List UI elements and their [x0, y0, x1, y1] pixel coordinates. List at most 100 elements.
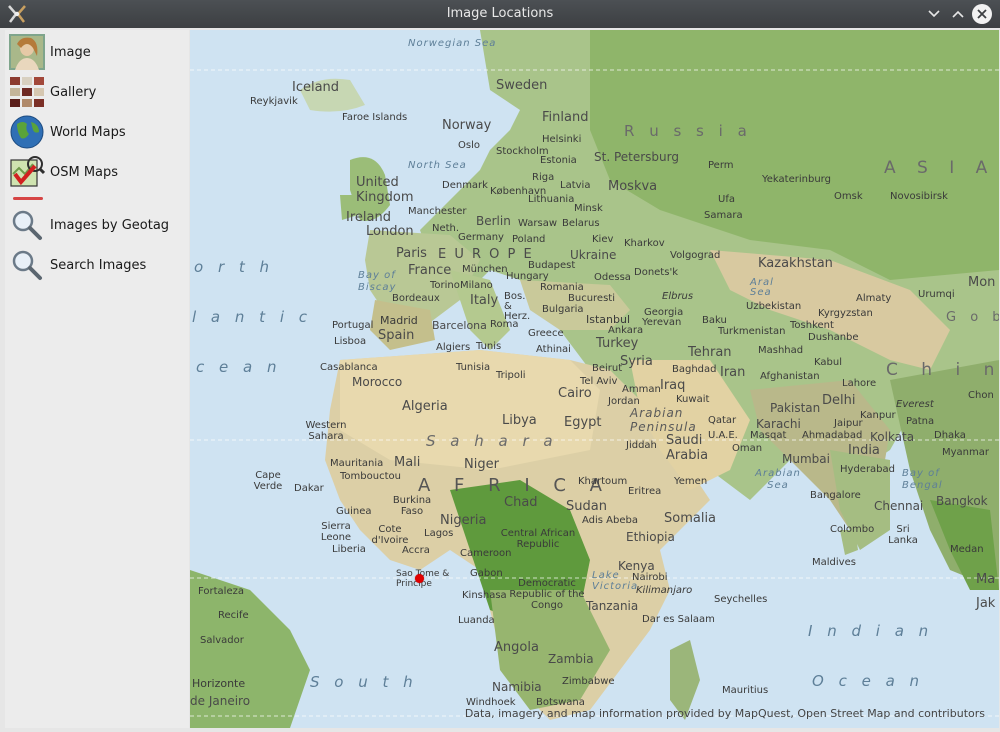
- minimize-button[interactable]: [924, 4, 944, 24]
- close-icon: [977, 9, 987, 19]
- map-label: Mashhad: [758, 345, 804, 356]
- map-label: Baku: [702, 315, 727, 326]
- map-label: Sri Lanka: [888, 524, 918, 546]
- map-label: Saudi Arabia: [666, 433, 709, 463]
- map-label: E U R O P E: [438, 247, 534, 262]
- map-label: S a h a r a: [426, 432, 558, 450]
- map-label: Poland: [512, 234, 546, 245]
- map-label: St. Petersburg: [594, 150, 679, 164]
- map-label: Jiddah: [626, 440, 657, 451]
- map-label: Toshkent: [790, 320, 834, 331]
- map-label: Kuwait: [676, 394, 710, 405]
- map-label: Afghanistan: [760, 371, 820, 382]
- map-label: Estonia: [540, 155, 577, 166]
- map-label: Namibia: [492, 680, 542, 694]
- map-label: Cape Verde: [253, 470, 283, 492]
- map-label: O c e a n: [812, 672, 925, 690]
- map-label: Turkmenistan: [718, 326, 786, 337]
- map-label: Mon: [968, 275, 996, 290]
- maximize-button[interactable]: [948, 4, 968, 24]
- map-view[interactable]: Norwegian Sea Iceland Reykjavik Faroe Is…: [190, 30, 999, 728]
- map-label: Dushanbe: [808, 332, 859, 343]
- map-label: Volgograd: [670, 250, 721, 261]
- image-location-marker[interactable]: [415, 574, 424, 583]
- map-label: Minsk: [574, 203, 603, 214]
- map-label: Tunis: [476, 341, 502, 352]
- chevron-up-icon: [952, 10, 964, 18]
- map-label: Medan: [950, 544, 984, 555]
- map-label: Colombo: [830, 524, 875, 535]
- map-label: Egypt: [564, 415, 602, 430]
- close-button[interactable]: [972, 4, 992, 24]
- map-label: Kinshasa: [462, 590, 507, 601]
- map-label: Patna: [906, 416, 935, 427]
- map-label: Dakar: [294, 483, 324, 494]
- map-label: Milano: [460, 280, 493, 291]
- map-label: Faroe Islands: [342, 112, 408, 123]
- map-label: Mauritania: [330, 458, 384, 469]
- map-label: Portugal: [332, 320, 374, 331]
- map-label: Samara: [704, 210, 743, 221]
- map-label: Germany: [458, 232, 504, 243]
- sidebar-item-search-images[interactable]: Search Images: [5, 245, 189, 285]
- sidebar-item-images-by-geotag[interactable]: Images by Geotag: [5, 205, 189, 245]
- map-label: Bay of Bengal: [902, 468, 943, 491]
- map-label: Guinea: [336, 506, 372, 517]
- map-label: Bulgaria: [542, 304, 584, 315]
- sidebar-item-world-maps[interactable]: World Maps: [5, 112, 189, 152]
- map-label: Paris: [396, 246, 427, 261]
- map-label: Lithuania: [528, 194, 575, 205]
- map-label: Lisboa: [334, 336, 367, 347]
- map-label: Bordeaux: [392, 293, 440, 304]
- sidebar-item-gallery[interactable]: Gallery: [5, 72, 189, 112]
- map-label: Luanda: [458, 615, 495, 626]
- map-label: Horizonte: [192, 677, 246, 690]
- map-label: Ma: [976, 572, 996, 587]
- map-label: Kazakhstan: [758, 256, 833, 271]
- map-label: Casablanca: [320, 362, 378, 373]
- map-label: Syria: [620, 354, 653, 369]
- map-label: Kyrgyzstan: [818, 308, 873, 319]
- map-label: Hungary: [506, 271, 549, 282]
- sidebar-item-osm-maps[interactable]: OSM Maps: [5, 152, 189, 192]
- sidebar-item-label: OSM Maps: [50, 164, 119, 180]
- sidebar-item-label: Images by Geotag: [50, 217, 170, 233]
- map-label: Recife: [218, 610, 249, 621]
- map-label: Kolkata: [870, 430, 915, 444]
- map-label: Budapest: [528, 260, 576, 271]
- map-label: Kiev: [592, 234, 614, 245]
- map-label: Tanzania: [586, 599, 639, 613]
- map-label: U.A.E.: [708, 430, 738, 441]
- map-label: Tunisia: [456, 362, 491, 373]
- map-label: Delhi: [822, 393, 856, 408]
- map-label: Mali: [394, 455, 421, 470]
- sidebar-item-label: Search Images: [50, 257, 147, 273]
- map-label: Roma: [490, 319, 519, 330]
- gallery-grid-icon: [10, 77, 44, 107]
- map-label: Reykjavik: [250, 96, 298, 107]
- map-label: Ukraine: [570, 248, 617, 262]
- map-label: Aral Sea: [750, 277, 774, 298]
- map-label: Mumbai: [782, 452, 830, 466]
- map-label: Oslo: [458, 140, 480, 151]
- map-label: Zimbabwe: [562, 676, 615, 687]
- sidebar-item-image[interactable]: Image: [5, 32, 189, 72]
- map-label: Cote d'Ivoire: [371, 524, 409, 546]
- map-label: Zambia: [548, 652, 594, 666]
- map-label: Kharkov: [624, 238, 665, 249]
- map-label: France: [408, 263, 452, 278]
- selected-indicator: [13, 197, 43, 200]
- globe-icon: [10, 115, 44, 149]
- map-label: Lake Victoria: [592, 570, 639, 592]
- map-label: Almaty: [856, 293, 892, 304]
- map-label: Italy: [470, 293, 499, 308]
- map-label: Lahore: [842, 378, 877, 389]
- map-label: Odessa: [594, 272, 631, 283]
- map-label: Elbrus: [662, 291, 694, 302]
- map-label: Spain: [378, 328, 415, 343]
- sidebar: Image Gallery World Maps OSM Maps Images…: [5, 30, 189, 728]
- map-label: Ahmadabad: [802, 430, 863, 441]
- map-label: Qatar: [708, 415, 737, 426]
- map-label: Moskva: [608, 179, 658, 194]
- map-label: Cairo: [558, 386, 592, 401]
